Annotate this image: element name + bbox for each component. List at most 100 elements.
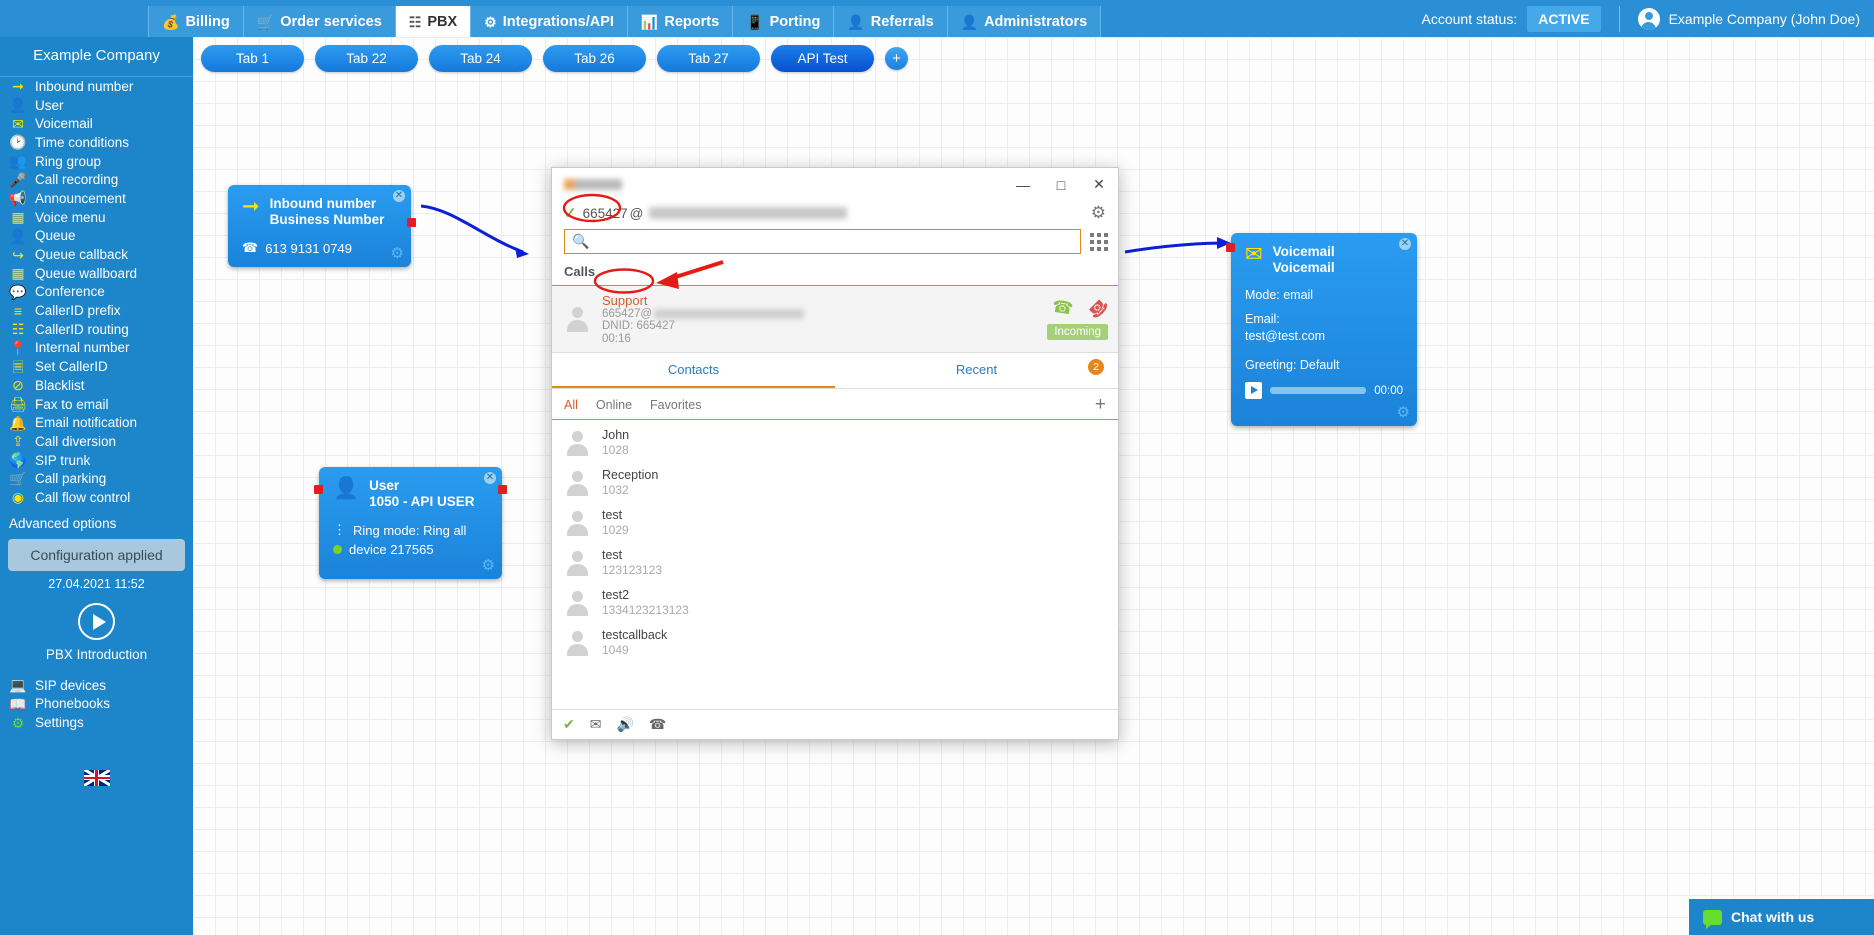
list-item[interactable]: John 1028 xyxy=(552,423,1118,463)
sidebar-item-time-conditions[interactable]: 🕑 Time conditions xyxy=(0,133,193,152)
sidebar-item-call-diversion[interactable]: ⇪ Call diversion xyxy=(0,432,193,451)
sidebar-item-queue-wallboard[interactable]: ▦ Queue wallboard xyxy=(0,264,193,283)
filter-favorites[interactable]: Favorites xyxy=(650,398,701,412)
search-box[interactable]: 🔍 xyxy=(564,229,1081,254)
node-output-port[interactable] xyxy=(407,218,416,227)
call-sip-uri: 665427@ xyxy=(602,308,805,320)
sidebar-item-queue-callback[interactable]: ↪ Queue callback xyxy=(0,245,193,264)
flow-tab-24[interactable]: Tab 24 xyxy=(429,45,532,72)
gear-icon[interactable]: ⚙ xyxy=(1091,203,1106,223)
sidebar-item-set-callerid[interactable]: 🗏 Set CallerID xyxy=(0,357,193,376)
language-selector[interactable] xyxy=(0,732,193,789)
node-input-port[interactable] xyxy=(1226,243,1235,252)
phone-accept-icon[interactable]: ☎ xyxy=(1050,297,1074,320)
add-contact-icon[interactable]: + xyxy=(1095,395,1106,414)
nav-tab-administrators[interactable]: 👤 Administrators xyxy=(947,6,1102,37)
sidebar-item-callerid-prefix[interactable]: ≡ CallerID prefix xyxy=(0,301,193,320)
pbx-introduction[interactable]: PBX Introduction xyxy=(0,591,193,662)
flow-tab-27[interactable]: Tab 27 xyxy=(657,45,760,72)
sidebar-item-voice-menu[interactable]: ▦ Voice menu xyxy=(0,208,193,227)
gear-icon[interactable]: ⚙ xyxy=(391,244,404,262)
close-icon[interactable]: ✕ xyxy=(1080,168,1118,201)
node-user[interactable]: ✕ 👤 User 1050 - API USER ⋮ Ring mode: Ri… xyxy=(314,467,507,579)
flow-tab-26[interactable]: Tab 26 xyxy=(543,45,646,72)
chat-widget[interactable]: Chat with us xyxy=(1689,899,1874,935)
sidebar-item-label: CallerID prefix xyxy=(35,303,121,319)
node-inbound-number[interactable]: ✕ ➞ Inbound number Business Number ☎ 613… xyxy=(228,185,416,267)
sidebar-item-phonebooks[interactable]: 📖 Phonebooks xyxy=(0,695,193,714)
sidebar-item-email-notification[interactable]: 🔔 Email notification xyxy=(0,413,193,432)
envelope-icon: ✉ xyxy=(1245,243,1263,266)
maximize-icon[interactable]: □ xyxy=(1042,168,1080,201)
flow-tab-api-test[interactable]: API Test xyxy=(771,45,874,72)
sidebar-item-call-recording[interactable]: 🎤 Call recording xyxy=(0,170,193,189)
sidebar-item-settings[interactable]: ⚙ Settings xyxy=(0,713,193,732)
list-item[interactable]: Reception 1032 xyxy=(552,463,1118,503)
node-input-port[interactable] xyxy=(314,485,323,494)
sidebar-item-announcement[interactable]: 📢 Announcement xyxy=(0,189,193,208)
list-item[interactable]: test 123123123 xyxy=(552,543,1118,583)
nav-tab-referrals[interactable]: 👤 Referrals xyxy=(834,6,948,37)
nav-tab-reports[interactable]: 📊 Reports xyxy=(627,6,734,37)
progress-bar[interactable] xyxy=(1270,387,1367,394)
status-available-icon[interactable]: ✔ xyxy=(563,716,575,733)
nav-tab-porting[interactable]: 📱 Porting xyxy=(733,6,835,37)
play-icon[interactable] xyxy=(78,602,115,640)
sidebar-item-voicemail[interactable]: ✉ Voicemail xyxy=(0,114,193,133)
filter-online[interactable]: Online xyxy=(596,398,632,412)
sidebar-item-call-parking[interactable]: 🛒 Call parking xyxy=(0,469,193,488)
configuration-applied-button[interactable]: Configuration applied xyxy=(8,538,185,571)
phone-hangup-icon[interactable]: ☎ xyxy=(1083,293,1112,322)
call-dnid: DNID: 665427 xyxy=(602,320,675,332)
sidebar-item-callerid-routing[interactable]: ☷ CallerID routing xyxy=(0,320,193,339)
sidebar-item-blacklist[interactable]: ⊘ Blacklist xyxy=(0,376,193,395)
gear-icon[interactable]: ⚙ xyxy=(1397,403,1410,421)
flow-canvas[interactable]: Tab 1 Tab 22 Tab 24 Tab 26 Tab 27 API Te… xyxy=(193,37,1874,935)
sidebar-item-conference[interactable]: 💬 Conference xyxy=(0,283,193,302)
tab-contacts[interactable]: Contacts xyxy=(552,353,835,388)
flow-tab-1[interactable]: Tab 1 xyxy=(201,45,304,72)
nav-tab-order-services[interactable]: 🛒 Order services xyxy=(243,6,396,37)
sidebar-item-inbound-number[interactable]: ➞ Inbound number xyxy=(0,77,193,96)
nav-tab-billing[interactable]: 💰 Billing xyxy=(148,6,244,37)
node-voicemail[interactable]: ✕ ✉ Voicemail Voicemail Mode: email Emai… xyxy=(1226,233,1417,426)
node-output-port[interactable] xyxy=(498,485,507,494)
list-item[interactable]: test2 1334123213123 xyxy=(552,583,1118,623)
advanced-options-link[interactable]: Advanced options xyxy=(0,507,193,537)
list-item[interactable]: testcallback 1049 xyxy=(552,623,1118,663)
close-icon[interactable]: ✕ xyxy=(1399,238,1411,250)
sidebar-item-sip-trunk[interactable]: 🌎 SIP trunk xyxy=(0,451,193,470)
softphone-title-bar[interactable]: — □ ✕ xyxy=(552,168,1118,201)
toggle-icon: ◉ xyxy=(11,489,25,506)
filter-all[interactable]: All xyxy=(564,398,578,412)
sidebar-item-internal-number[interactable]: 📍 Internal number xyxy=(0,339,193,358)
mute-call-icon[interactable]: ☎ xyxy=(649,716,666,733)
sidebar-item-ring-group[interactable]: 👥 Ring group xyxy=(0,152,193,171)
nav-tab-pbx[interactable]: ☷ PBX xyxy=(395,6,472,37)
tab-recent[interactable]: Recent 2 xyxy=(835,353,1118,388)
flow-tab-22[interactable]: Tab 22 xyxy=(315,45,418,72)
close-icon[interactable]: ✕ xyxy=(393,190,405,202)
voicemail-player[interactable]: 00:00 xyxy=(1245,373,1403,399)
node-name-label: Voicemail xyxy=(1272,260,1335,275)
voicemail-icon[interactable]: ✉ xyxy=(590,716,602,733)
play-icon[interactable] xyxy=(1245,382,1262,399)
nav-tab-integrations-api[interactable]: ⚙ Integrations/API xyxy=(471,6,628,37)
gear-icon[interactable]: ⚙ xyxy=(482,556,495,574)
contacts-list[interactable]: John 1028 Reception 1032 test 1029 test … xyxy=(552,420,1118,709)
sidebar-item-fax-to-email[interactable]: 🖨 Fax to email xyxy=(0,395,193,414)
user-name[interactable]: Example Company (John Doe) xyxy=(1669,11,1860,27)
search-input[interactable] xyxy=(595,230,1073,253)
sidebar-item-user[interactable]: 👤 User xyxy=(0,96,193,115)
sidebar-item-sip-devices[interactable]: 💻 SIP devices xyxy=(0,676,193,695)
softphone-window[interactable]: — □ ✕ ✓ 665427 @ ⚙ 🔍 Calls Support 66542… xyxy=(551,167,1119,740)
close-icon[interactable]: ✕ xyxy=(484,472,496,484)
add-tab-button[interactable]: + xyxy=(885,47,908,70)
active-call-row[interactable]: Support 665427@ DNID: 665427 00:16 ☎ ☎ I… xyxy=(552,286,1118,353)
volume-icon[interactable]: 🔊 xyxy=(616,716,633,733)
dialpad-icon[interactable] xyxy=(1090,232,1108,251)
sidebar-item-call-flow-control[interactable]: ◉ Call flow control xyxy=(0,488,193,507)
sidebar-item-queue[interactable]: 👤 Queue xyxy=(0,227,193,246)
minimize-icon[interactable]: — xyxy=(1004,168,1042,201)
list-item[interactable]: test 1029 xyxy=(552,503,1118,543)
